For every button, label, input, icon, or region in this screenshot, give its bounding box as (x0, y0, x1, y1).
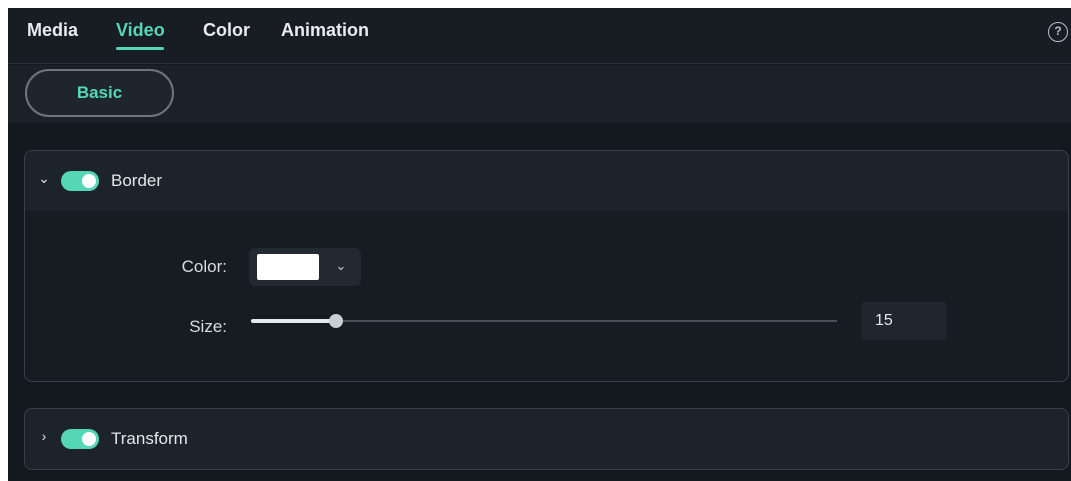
slider-handle[interactable] (329, 314, 343, 328)
transform-toggle[interactable] (61, 429, 99, 449)
color-label: Color: (181, 257, 227, 276)
size-value-input[interactable]: 15 (861, 302, 947, 340)
transform-section-header[interactable]: › Transform (25, 409, 1068, 469)
chevron-right-icon[interactable]: › (37, 429, 51, 443)
border-color-picker[interactable]: ⌄ (249, 248, 361, 286)
tab-animation[interactable]: Animation (281, 20, 369, 41)
active-tab-underline (116, 47, 164, 50)
tab-media[interactable]: Media (27, 20, 78, 41)
properties-panel: Media Video Color Animation ? Basic ⌄ Bo… (8, 8, 1071, 481)
color-swatch[interactable] (257, 254, 319, 280)
transform-section-title: Transform (111, 429, 188, 448)
subtab-basic-button[interactable]: Basic (25, 69, 174, 117)
top-tab-bar: Media Video Color Animation ? (8, 8, 1071, 64)
border-size-slider[interactable] (251, 314, 837, 328)
subtab-bar: Basic (8, 65, 1071, 123)
help-icon[interactable]: ? (1048, 22, 1068, 42)
transform-section: › Transform (24, 408, 1069, 470)
border-section: ⌄ Border Color: ⌄ Size: 15 (24, 150, 1069, 382)
border-section-title: Border (111, 171, 163, 190)
chevron-down-icon[interactable]: ⌄ (37, 171, 51, 185)
slider-fill (251, 319, 336, 323)
border-section-header[interactable]: ⌄ Border (25, 151, 1068, 211)
border-toggle[interactable] (61, 171, 99, 191)
size-label: Size: (189, 317, 227, 336)
tab-color[interactable]: Color (203, 20, 250, 41)
tab-video[interactable]: Video (116, 20, 165, 41)
chevron-down-icon[interactable]: ⌄ (333, 258, 349, 274)
